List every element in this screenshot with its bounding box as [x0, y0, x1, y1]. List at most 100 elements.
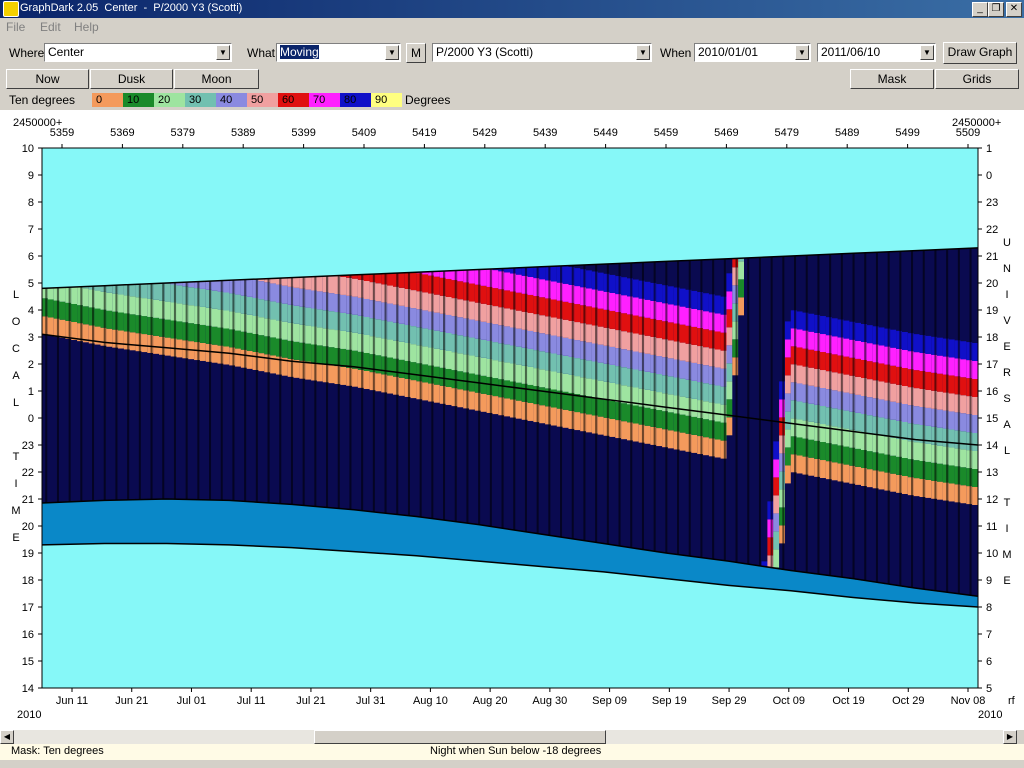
dusk-button[interactable]: Dusk — [90, 69, 173, 89]
twilight-strip — [112, 500, 119, 544]
right-tick-label: 13 — [986, 467, 998, 479]
elevation-band-strip — [913, 406, 920, 425]
scroll-thumb[interactable] — [314, 730, 606, 744]
moon-button[interactable]: Moon — [174, 69, 259, 89]
elevation-band-strip — [428, 275, 435, 294]
object-select[interactable]: P/2000 Y3 (Scotti) ▼ — [432, 43, 652, 62]
elevation-band-strip — [480, 375, 488, 394]
elevation-band-strip — [779, 381, 786, 400]
elevation-band-strip — [773, 495, 780, 514]
elevation-band-strip — [937, 445, 944, 464]
legend-swatch-label: 0 — [96, 94, 103, 106]
date-to-dropdown-arrow-icon[interactable]: ▼ — [920, 45, 934, 60]
elevation-band-strip — [627, 278, 634, 297]
elevation-band-strip — [404, 342, 412, 361]
elevation-band-strip — [369, 372, 376, 391]
elevation-band-strip — [276, 338, 283, 357]
elevation-band-strip — [849, 357, 856, 376]
scroll-left-icon[interactable]: ◀ — [0, 730, 14, 744]
mask-button[interactable]: Mask — [850, 69, 934, 89]
night-stripe — [103, 285, 106, 501]
twilight-strip — [691, 556, 698, 582]
grids-button[interactable]: Grids — [935, 69, 1019, 89]
menu-file[interactable]: File — [6, 20, 25, 34]
elevation-band-strip — [837, 373, 844, 392]
menu-edit[interactable]: Edit — [40, 20, 61, 34]
elevation-band-strip — [486, 394, 493, 413]
bottom-right-mark: rf — [1008, 695, 1016, 707]
elevation-band-strip — [474, 302, 482, 321]
elevation-band-strip — [334, 366, 341, 385]
elevation-band-strip — [258, 299, 265, 318]
now-button[interactable]: Now — [6, 69, 89, 89]
elevation-band-strip — [966, 360, 973, 379]
elevation-band-strip — [322, 310, 330, 329]
elevation-band-strip — [498, 361, 505, 380]
elevation-band-strip — [199, 281, 207, 289]
right-tick-label: 23 — [986, 197, 998, 209]
elevation-band-strip — [445, 368, 452, 387]
elevation-band-strip — [919, 335, 926, 354]
minimize-button[interactable]: _ — [972, 2, 988, 17]
elevation-band-strip — [621, 331, 628, 350]
elevation-band-strip — [691, 398, 698, 417]
horizontal-scrollbar[interactable]: ◀ ▶ — [0, 730, 1017, 744]
elevation-band-strip — [831, 318, 839, 337]
elevation-band-strip — [71, 287, 78, 305]
elevation-band-strip — [445, 270, 452, 279]
year-right: 2010 — [978, 709, 1002, 721]
scroll-right-icon[interactable]: ▶ — [1003, 730, 1017, 744]
elevation-band-strip — [814, 386, 821, 405]
elevation-band-strip — [615, 312, 622, 331]
twilight-strip — [685, 556, 692, 582]
elevation-band-strip — [217, 345, 224, 364]
where-dropdown-arrow-icon[interactable]: ▼ — [216, 45, 230, 60]
elevation-band-strip — [825, 371, 833, 390]
twilight-strip — [931, 590, 938, 605]
elevation-band-strip — [393, 273, 400, 287]
elevation-band-strip — [808, 457, 815, 476]
draw-graph-button[interactable]: Draw Graph — [943, 42, 1017, 64]
what-dropdown-arrow-icon[interactable]: ▼ — [385, 45, 399, 60]
object-dropdown-arrow-icon[interactable]: ▼ — [636, 45, 650, 60]
elevation-band-strip — [369, 336, 376, 355]
elevation-band-strip — [697, 382, 704, 401]
elevation-band-strip — [656, 284, 663, 303]
elevation-band-strip — [843, 464, 850, 483]
elevation-band-strip — [697, 436, 704, 455]
elevation-band-strip — [954, 394, 961, 413]
elevation-band-strip — [667, 394, 675, 413]
twilight-strip — [480, 525, 488, 562]
elevation-band-strip — [591, 379, 599, 398]
what-select[interactable]: Moving ▼ — [276, 43, 401, 62]
date-from-dropdown-arrow-icon[interactable]: ▼ — [795, 45, 809, 60]
elevation-band-strip — [884, 436, 891, 455]
date-from-select[interactable]: 2010/01/01 ▼ — [694, 43, 811, 62]
elevation-band-strip — [568, 302, 575, 321]
m-button[interactable]: M — [406, 43, 426, 63]
elevation-band-strip — [808, 313, 815, 332]
twilight-strip — [732, 562, 739, 587]
elevation-band-strip — [504, 362, 511, 381]
elevation-band-strip — [416, 363, 423, 382]
night-strip — [755, 257, 763, 566]
date-to-select[interactable]: 2011/06/10 ▼ — [817, 43, 936, 62]
menu-help[interactable]: Help — [74, 20, 99, 34]
elevation-band-strip — [159, 283, 166, 301]
elevation-band-strip — [901, 458, 909, 477]
elevation-band-strip — [767, 555, 774, 568]
elevation-band-strip — [387, 339, 394, 358]
restore-button[interactable]: ❐ — [988, 2, 1004, 17]
top-tick-label: 5459 — [654, 127, 678, 139]
twilight-strip — [808, 573, 815, 594]
elevation-band-strip — [550, 407, 558, 426]
elevation-band-strip — [907, 459, 915, 478]
elevation-band-strip — [316, 291, 324, 310]
close-button[interactable]: ✕ — [1006, 2, 1022, 17]
elevation-band-strip — [480, 393, 488, 412]
elevation-band-strip — [223, 292, 230, 311]
where-select[interactable]: Center ▼ — [44, 43, 232, 62]
twilight-strip — [591, 542, 599, 572]
legend-swatch-10: 10 — [123, 93, 154, 107]
elevation-band-strip — [562, 319, 569, 338]
